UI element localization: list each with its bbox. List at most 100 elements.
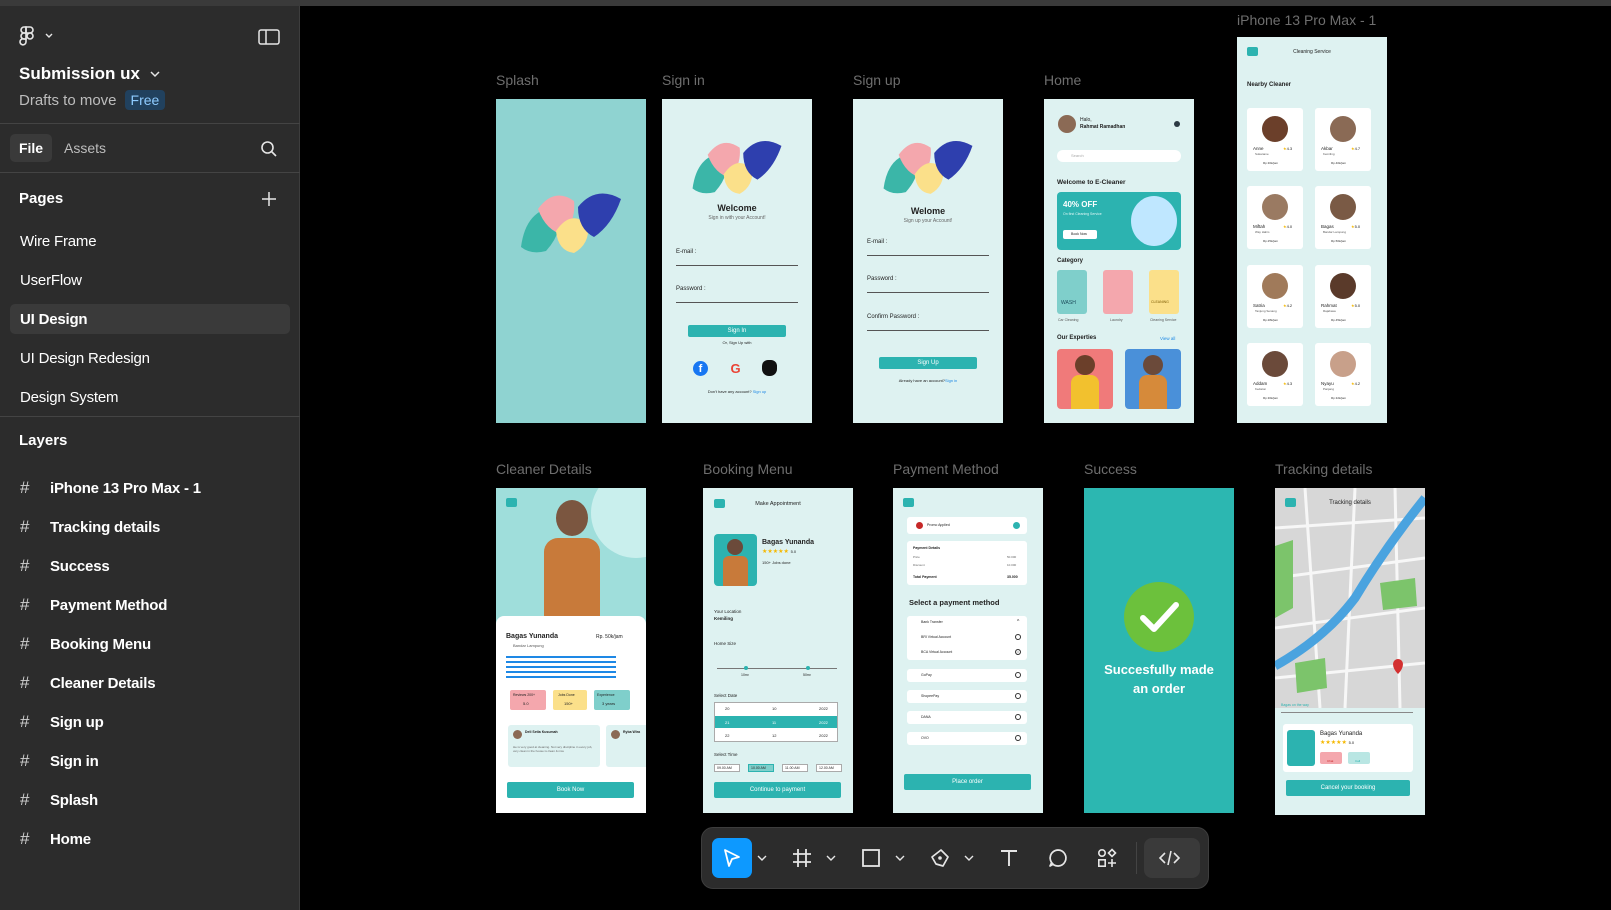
layer-sign-in[interactable]: # Sign in [20, 746, 290, 776]
radio-unchecked[interactable] [1015, 634, 1021, 640]
frame-home[interactable]: Halo, Rahmat Ramadhan Search Welcome to … [1044, 99, 1194, 423]
promo-banner[interactable]: 40% OFF On first Cleaning Service Book N… [1057, 192, 1181, 250]
chevron-down-icon[interactable] [894, 852, 906, 864]
frame-booking-menu[interactable]: Make Appointment Bagas Yunanda ★★★★★ 5.0… [703, 488, 853, 813]
page-wire-frame[interactable]: Wire Frame [10, 226, 290, 256]
file-name-button[interactable]: Submission ux [19, 64, 160, 84]
page-ui-design-redesign[interactable]: UI Design Redesign [10, 343, 290, 373]
chat-button[interactable]: Chat [1320, 752, 1342, 764]
design-canvas[interactable]: Splash Sign in Welcome Sign in with your… [301, 6, 1611, 910]
page-userflow[interactable]: UserFlow [10, 265, 290, 295]
radio-unchecked[interactable] [1015, 693, 1021, 699]
category-car-cleaning[interactable]: WASH [1057, 270, 1087, 314]
frame-label-sign-up[interactable]: Sign up [853, 72, 900, 88]
comment-tool[interactable] [1038, 838, 1078, 878]
category-cleaning-service[interactable]: CLEANING [1149, 270, 1179, 314]
frame-cleaner-details[interactable]: Bagas Yunanda Rp. 50k/jam Bandar Lampung… [496, 488, 646, 813]
category-laundry[interactable] [1103, 270, 1133, 314]
payment-option-ovo[interactable]: OVO [907, 732, 1027, 745]
nearby-cleaner-card[interactable]: Miftah ★4.0 Way Halim Rp.25k/jam [1247, 186, 1303, 249]
add-page-button[interactable] [258, 188, 280, 210]
frame-label-sign-in[interactable]: Sign in [662, 72, 705, 88]
layer-splash[interactable]: # Splash [20, 785, 290, 815]
nearby-cleaner-card[interactable]: Satria ★4.2 Tanjung Senang Rp.28k/jam [1247, 265, 1303, 328]
pen-tool[interactable] [920, 838, 960, 878]
home-view-all[interactable]: View all [1160, 336, 1175, 341]
move-tool[interactable] [712, 838, 752, 878]
chevron-down-icon[interactable] [825, 852, 837, 864]
booking-location[interactable]: Kemiling [714, 616, 733, 621]
tab-file[interactable]: File [10, 134, 52, 162]
layer-payment-method[interactable]: # Payment Method [20, 590, 290, 620]
home-size-slider[interactable] [717, 668, 837, 669]
place-order-button[interactable]: Place order [904, 774, 1031, 790]
slider-handle-max[interactable] [806, 666, 810, 670]
slider-handle-min[interactable] [744, 666, 748, 670]
layer-booking-menu[interactable]: # Booking Menu [20, 629, 290, 659]
time-chip-4[interactable]: 12.00 AM [816, 764, 842, 772]
radio-unchecked[interactable] [1015, 714, 1021, 720]
cancel-booking-button[interactable]: Cancel your booking [1286, 780, 1410, 796]
promo-applied-card[interactable]: Promo Applied [907, 517, 1027, 534]
frame-label-success[interactable]: Success [1084, 461, 1137, 477]
frame-iphone-13-pro-max[interactable]: Cleaning Service Nearby Cleaner Anne ★4.3… [1237, 37, 1387, 423]
payment-option-shopeepay[interactable]: ShopeePay [907, 690, 1027, 703]
frame-label-tracking-details[interactable]: Tracking details [1275, 461, 1373, 477]
radio-unchecked[interactable] [1015, 672, 1021, 678]
time-chip-1[interactable]: 09.00 AM [714, 764, 740, 772]
frame-label-splash[interactable]: Splash [496, 72, 539, 88]
facebook-icon[interactable]: f [693, 361, 708, 376]
nearby-cleaner-card[interactable]: Akbar ★4.7 Kemiling Rp.40k/jam [1315, 108, 1371, 171]
frame-label-iphone[interactable]: iPhone 13 Pro Max - 1 [1237, 12, 1376, 28]
back-arrow-icon[interactable] [506, 498, 517, 507]
nearby-cleaner-card[interactable]: Bagas ★5.0 Bandar Lampung Rp.50k/jam [1315, 186, 1371, 249]
dev-mode-toggle[interactable] [1144, 838, 1200, 878]
expert-card-1[interactable] [1057, 349, 1113, 409]
nearby-cleaner-card[interactable]: Addam ★4.3 Kedaton Rp.30k/jam [1247, 343, 1303, 406]
apple-icon[interactable] [762, 360, 777, 376]
google-icon[interactable]: G [728, 361, 743, 376]
frame-sign-up[interactable]: Welome Sign up your Account! E-mail : Pa… [853, 99, 1003, 423]
frame-label-home[interactable]: Home [1044, 72, 1081, 88]
home-search-input[interactable]: Search [1057, 150, 1181, 162]
nearby-cleaner-card[interactable]: Anne ★4.3 Sukarame Rp.30k/jam [1247, 108, 1303, 171]
frame-tracking-details[interactable]: Tracking details Bagas on the way Bagas … [1275, 488, 1425, 815]
layer-home[interactable]: # Home [20, 824, 290, 854]
bank-transfer-group[interactable]: Bank Transfer ^ BRI Virtual Account BCA … [907, 616, 1027, 660]
search-layers-button[interactable] [258, 138, 280, 160]
map-view[interactable] [1275, 488, 1425, 708]
payment-option-gopay[interactable]: GoPay [907, 669, 1027, 682]
time-chip-3[interactable]: 11.00 AM [782, 764, 808, 772]
page-design-system[interactable]: Design System [10, 382, 290, 412]
layer-sign-up[interactable]: # Sign up [20, 707, 290, 737]
promo-book-button[interactable]: Book Now [1063, 230, 1097, 239]
frame-label-cleaner-details[interactable]: Cleaner Details [496, 461, 592, 477]
toggle-sidebar-button[interactable] [255, 26, 283, 48]
layer-success[interactable]: # Success [20, 551, 290, 581]
frame-tool[interactable] [782, 838, 822, 878]
layer-tracking-details[interactable]: # Tracking details [20, 512, 290, 542]
signin-button[interactable]: Sign In [688, 325, 786, 337]
frame-sign-in[interactable]: Welcome Sign in with your Account! E-mai… [662, 99, 812, 423]
tab-assets[interactable]: Assets [64, 134, 106, 162]
signup-button[interactable]: Sign Up [879, 357, 977, 369]
bell-icon[interactable] [1174, 121, 1180, 127]
chevron-down-icon[interactable] [756, 852, 768, 864]
frame-payment-method[interactable]: Promo Applied Payment Details Price 50.0… [893, 488, 1043, 813]
nearby-cleaner-card[interactable]: Rahmat ★5.0 Rajabasa Rp.45k/jam [1315, 265, 1371, 328]
radio-checked[interactable] [1015, 649, 1021, 655]
expert-card-2[interactable] [1125, 349, 1181, 409]
continue-payment-button[interactable]: Continue to payment [714, 782, 841, 798]
main-menu-button[interactable] [18, 24, 58, 48]
call-button[interactable]: Call [1348, 752, 1370, 764]
frame-label-payment-method[interactable]: Payment Method [893, 461, 999, 477]
frame-label-booking-menu[interactable]: Booking Menu [703, 461, 793, 477]
page-ui-design[interactable]: UI Design [10, 304, 290, 334]
nearby-cleaner-card[interactable]: Nyayu ★4.2 Panjang Rp.32k/jam [1315, 343, 1371, 406]
back-arrow-icon[interactable] [903, 498, 914, 507]
actions-tool[interactable] [1087, 838, 1127, 878]
shape-tool[interactable] [851, 838, 891, 878]
frame-success[interactable]: Succesfully made an order [1084, 488, 1234, 813]
layer-cleaner-details[interactable]: # Cleaner Details [20, 668, 290, 698]
payment-option-dana[interactable]: DANA [907, 711, 1027, 724]
